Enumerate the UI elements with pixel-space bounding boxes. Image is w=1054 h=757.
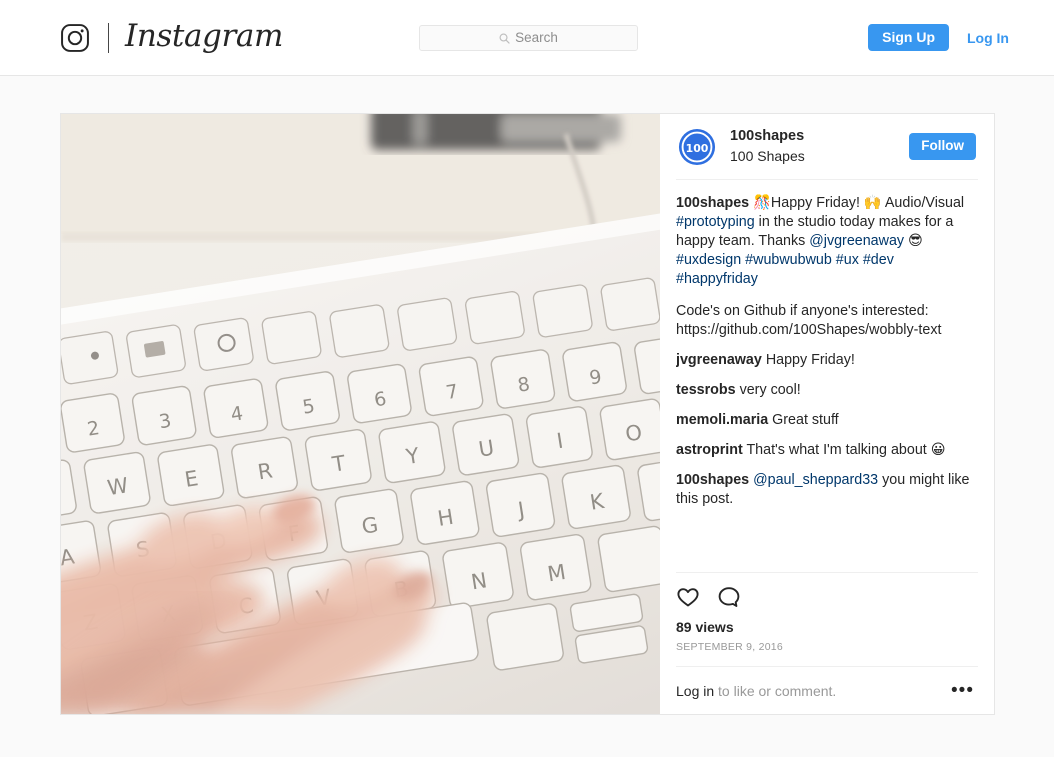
search-icon [499,33,510,44]
comments-list: 100shapes 🎊Happy Friday! 🙌 Audio/Visual … [676,180,978,572]
comments-host: Code's on Github if anyone's interested:… [676,302,978,509]
add-comment-bar: Log in to like or comment. ••• [676,666,978,714]
hashtag-link[interactable]: #happyfriday [676,271,758,287]
post-caption: 100shapes 🎊Happy Friday! 🙌 Audio/Visual … [676,194,978,289]
author-fullname: 100 Shapes [730,147,805,164]
auth-actions: Sign Up Log In [868,24,1009,51]
comment-author[interactable]: 100shapes [676,472,749,488]
comment-author[interactable]: 100shapes [676,195,753,211]
site-header: Instagram Search Sign Up Log In [0,0,1054,76]
comment-author[interactable]: memoli.maria [676,412,768,428]
comment-item: tessrobs very cool! [676,381,978,400]
comment-item: Code's on Github if anyone's interested:… [676,302,978,340]
view-count: 89 views [676,618,734,635]
sign-up-button[interactable]: Sign Up [868,24,949,51]
search-input[interactable]: Search [419,25,638,51]
post-date: SEPTEMBER 9, 2016 [676,641,783,653]
follow-button[interactable]: Follow [909,133,976,160]
mention-link[interactable]: @jvgreenaway [809,233,904,249]
comment-author[interactable]: tessrobs [676,382,736,398]
comment-item: jvgreenaway Happy Friday! [676,351,978,370]
login-prompt-rest: to like or comment. [714,682,837,699]
comment-text: Great stuff [768,412,839,428]
comment-text: Audio/Visual [881,195,965,211]
logo-divider [108,23,109,53]
comment-text: Code's on Github if anyone's interested:… [676,303,942,338]
post-actions: 89 views SEPTEMBER 9, 2016 Log in to lik… [676,571,978,714]
emoji: 🎊 [753,195,771,211]
mention-link[interactable]: @paul_sheppard33 [753,472,878,488]
avatar-label: 100 [686,141,709,154]
comment-text: Happy Friday! [761,352,855,368]
post-author-header: 100 100shapes 100 Shapes Follow [676,114,978,180]
comment-item: astroprint That's what I'm talking about… [676,441,978,460]
comment-item: 100shapes @paul_sheppard33 you might lik… [676,471,978,509]
emoji: 😀 [930,442,946,458]
emoji: 😎 [908,233,923,249]
login-prompt: Log in to like or comment. [676,683,836,699]
brand-logo[interactable]: Instagram [60,17,283,59]
comment-author[interactable]: astroprint [676,442,743,458]
comment-bubble-icon[interactable] [717,585,741,609]
author-names: 100shapes 100 Shapes [730,127,909,165]
ellipsis-icon[interactable]: ••• [951,680,978,700]
log-in-link-inline[interactable]: Log in [676,683,714,699]
action-icons [676,585,978,609]
emoji: 🙌 [863,195,882,211]
author-username[interactable]: 100shapes [730,127,909,147]
search-placeholder: Search [515,30,558,46]
post-card: 1 2 3 4 5 6 7 8 9 0 [60,113,995,715]
hashtag-link[interactable]: #prototyping [676,214,755,230]
hashtag-link[interactable]: #wubwubwub [745,252,832,268]
keyboard-video-frame: 1 2 3 4 5 6 7 8 9 0 [61,114,660,714]
comment-text: very cool! [735,382,801,398]
heart-icon[interactable] [676,585,700,609]
comment-author[interactable]: jvgreenaway [676,352,762,368]
post-details-panel: 100 100shapes 100 Shapes Follow 100shape… [660,114,994,714]
comment-text: Happy Friday! [770,195,864,211]
post-media[interactable]: 1 2 3 4 5 6 7 8 9 0 [61,114,660,714]
hashtag-link[interactable]: #ux [836,252,859,268]
hashtag-link[interactable]: #dev [863,252,894,268]
comment-text: That's what I'm talking about [742,442,931,458]
hashtag-link[interactable]: #uxdesign [676,252,741,268]
instagram-camera-icon [60,23,90,53]
brand-wordmark: Instagram [125,18,283,54]
log-in-link[interactable]: Log In [967,31,1009,45]
avatar[interactable]: 100 [678,128,716,166]
comment-item: memoli.maria Great stuff [676,411,978,430]
